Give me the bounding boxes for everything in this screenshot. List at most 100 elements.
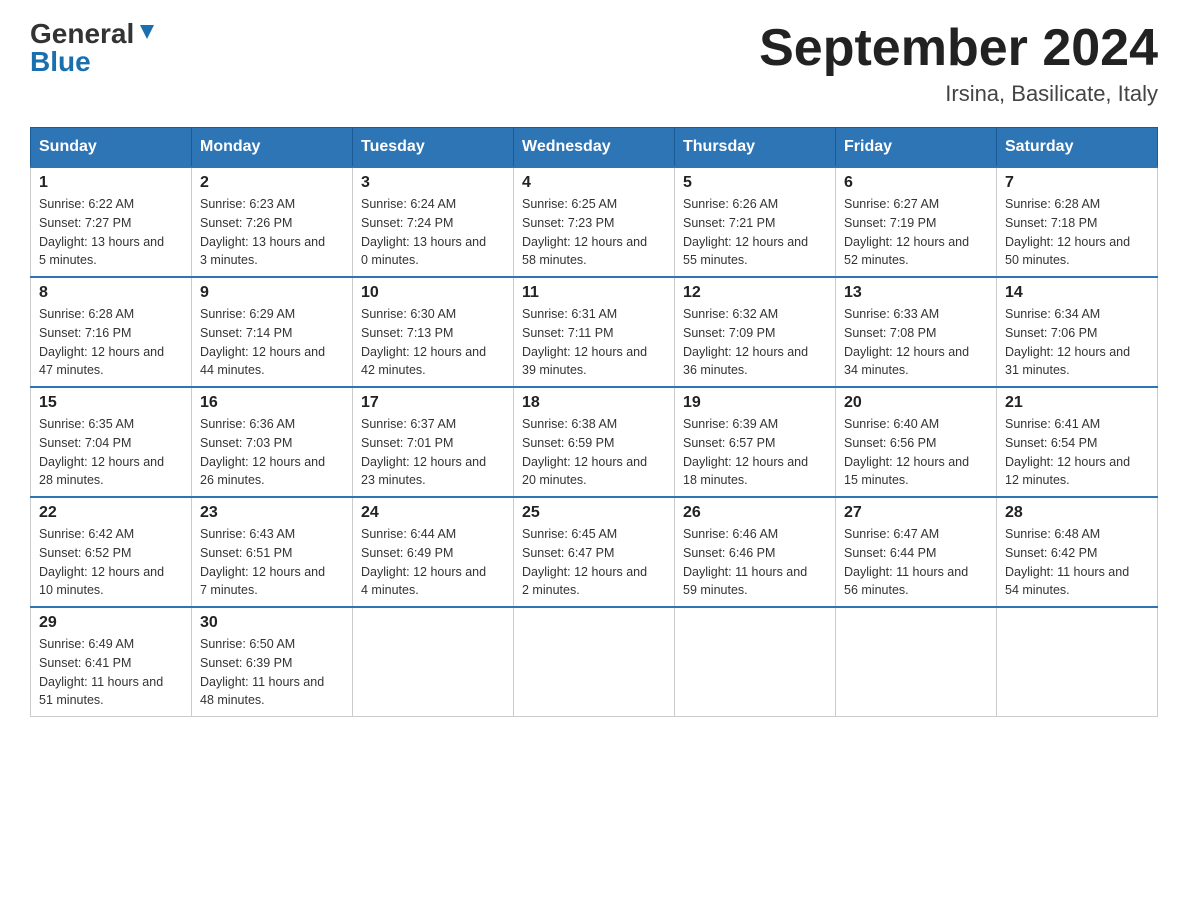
calendar-header-row: Sunday Monday Tuesday Wednesday Thursday… <box>31 128 1158 168</box>
day-number: 24 <box>361 504 505 522</box>
page-header: General Blue September 2024 Irsina, Basi… <box>30 20 1158 107</box>
day-number: 25 <box>522 504 666 522</box>
day-number: 20 <box>844 394 988 412</box>
table-row: 15 Sunrise: 6:35 AM Sunset: 7:04 PM Dayl… <box>31 387 192 497</box>
day-info: Sunrise: 6:42 AM Sunset: 6:52 PM Dayligh… <box>39 525 183 600</box>
day-info: Sunrise: 6:39 AM Sunset: 6:57 PM Dayligh… <box>683 415 827 490</box>
table-row: 23 Sunrise: 6:43 AM Sunset: 6:51 PM Dayl… <box>192 497 353 607</box>
day-info: Sunrise: 6:43 AM Sunset: 6:51 PM Dayligh… <box>200 525 344 600</box>
table-row: 13 Sunrise: 6:33 AM Sunset: 7:08 PM Dayl… <box>836 277 997 387</box>
col-friday: Friday <box>836 128 997 168</box>
table-row: 30 Sunrise: 6:50 AM Sunset: 6:39 PM Dayl… <box>192 607 353 717</box>
table-row: 3 Sunrise: 6:24 AM Sunset: 7:24 PM Dayli… <box>353 167 514 277</box>
day-number: 3 <box>361 174 505 192</box>
day-number: 30 <box>200 614 344 632</box>
day-info: Sunrise: 6:44 AM Sunset: 6:49 PM Dayligh… <box>361 525 505 600</box>
calendar-week-row: 22 Sunrise: 6:42 AM Sunset: 6:52 PM Dayl… <box>31 497 1158 607</box>
day-info: Sunrise: 6:47 AM Sunset: 6:44 PM Dayligh… <box>844 525 988 600</box>
day-number: 10 <box>361 284 505 302</box>
col-saturday: Saturday <box>997 128 1158 168</box>
calendar-week-row: 15 Sunrise: 6:35 AM Sunset: 7:04 PM Dayl… <box>31 387 1158 497</box>
day-info: Sunrise: 6:27 AM Sunset: 7:19 PM Dayligh… <box>844 195 988 270</box>
table-row: 7 Sunrise: 6:28 AM Sunset: 7:18 PM Dayli… <box>997 167 1158 277</box>
table-row: 14 Sunrise: 6:34 AM Sunset: 7:06 PM Dayl… <box>997 277 1158 387</box>
table-row: 5 Sunrise: 6:26 AM Sunset: 7:21 PM Dayli… <box>675 167 836 277</box>
day-info: Sunrise: 6:45 AM Sunset: 6:47 PM Dayligh… <box>522 525 666 600</box>
day-number: 19 <box>683 394 827 412</box>
table-row: 19 Sunrise: 6:39 AM Sunset: 6:57 PM Dayl… <box>675 387 836 497</box>
table-row: 18 Sunrise: 6:38 AM Sunset: 6:59 PM Dayl… <box>514 387 675 497</box>
table-row: 8 Sunrise: 6:28 AM Sunset: 7:16 PM Dayli… <box>31 277 192 387</box>
month-title: September 2024 <box>759 20 1158 77</box>
day-number: 13 <box>844 284 988 302</box>
logo-triangle-icon <box>136 21 158 43</box>
table-row <box>836 607 997 717</box>
table-row: 9 Sunrise: 6:29 AM Sunset: 7:14 PM Dayli… <box>192 277 353 387</box>
calendar-week-row: 29 Sunrise: 6:49 AM Sunset: 6:41 PM Dayl… <box>31 607 1158 717</box>
day-info: Sunrise: 6:38 AM Sunset: 6:59 PM Dayligh… <box>522 415 666 490</box>
table-row <box>675 607 836 717</box>
table-row: 25 Sunrise: 6:45 AM Sunset: 6:47 PM Dayl… <box>514 497 675 607</box>
table-row <box>353 607 514 717</box>
table-row: 6 Sunrise: 6:27 AM Sunset: 7:19 PM Dayli… <box>836 167 997 277</box>
day-number: 17 <box>361 394 505 412</box>
day-info: Sunrise: 6:31 AM Sunset: 7:11 PM Dayligh… <box>522 305 666 380</box>
day-number: 21 <box>1005 394 1149 412</box>
day-number: 11 <box>522 284 666 302</box>
day-number: 14 <box>1005 284 1149 302</box>
day-number: 12 <box>683 284 827 302</box>
calendar-week-row: 1 Sunrise: 6:22 AM Sunset: 7:27 PM Dayli… <box>31 167 1158 277</box>
col-wednesday: Wednesday <box>514 128 675 168</box>
day-number: 1 <box>39 174 183 192</box>
day-info: Sunrise: 6:24 AM Sunset: 7:24 PM Dayligh… <box>361 195 505 270</box>
day-number: 5 <box>683 174 827 192</box>
table-row: 1 Sunrise: 6:22 AM Sunset: 7:27 PM Dayli… <box>31 167 192 277</box>
day-info: Sunrise: 6:25 AM Sunset: 7:23 PM Dayligh… <box>522 195 666 270</box>
day-number: 28 <box>1005 504 1149 522</box>
table-row: 20 Sunrise: 6:40 AM Sunset: 6:56 PM Dayl… <box>836 387 997 497</box>
table-row: 21 Sunrise: 6:41 AM Sunset: 6:54 PM Dayl… <box>997 387 1158 497</box>
day-info: Sunrise: 6:50 AM Sunset: 6:39 PM Dayligh… <box>200 635 344 710</box>
day-number: 16 <box>200 394 344 412</box>
day-number: 23 <box>200 504 344 522</box>
day-info: Sunrise: 6:36 AM Sunset: 7:03 PM Dayligh… <box>200 415 344 490</box>
day-number: 7 <box>1005 174 1149 192</box>
day-info: Sunrise: 6:37 AM Sunset: 7:01 PM Dayligh… <box>361 415 505 490</box>
location: Irsina, Basilicate, Italy <box>759 81 1158 107</box>
col-tuesday: Tuesday <box>353 128 514 168</box>
table-row: 22 Sunrise: 6:42 AM Sunset: 6:52 PM Dayl… <box>31 497 192 607</box>
day-info: Sunrise: 6:28 AM Sunset: 7:18 PM Dayligh… <box>1005 195 1149 270</box>
table-row: 24 Sunrise: 6:44 AM Sunset: 6:49 PM Dayl… <box>353 497 514 607</box>
logo-general: General <box>30 20 134 48</box>
day-number: 2 <box>200 174 344 192</box>
table-row: 17 Sunrise: 6:37 AM Sunset: 7:01 PM Dayl… <box>353 387 514 497</box>
calendar-table: Sunday Monday Tuesday Wednesday Thursday… <box>30 127 1158 717</box>
day-info: Sunrise: 6:46 AM Sunset: 6:46 PM Dayligh… <box>683 525 827 600</box>
day-info: Sunrise: 6:29 AM Sunset: 7:14 PM Dayligh… <box>200 305 344 380</box>
col-monday: Monday <box>192 128 353 168</box>
day-number: 29 <box>39 614 183 632</box>
col-sunday: Sunday <box>31 128 192 168</box>
calendar-week-row: 8 Sunrise: 6:28 AM Sunset: 7:16 PM Dayli… <box>31 277 1158 387</box>
day-info: Sunrise: 6:49 AM Sunset: 6:41 PM Dayligh… <box>39 635 183 710</box>
table-row: 29 Sunrise: 6:49 AM Sunset: 6:41 PM Dayl… <box>31 607 192 717</box>
day-info: Sunrise: 6:28 AM Sunset: 7:16 PM Dayligh… <box>39 305 183 380</box>
day-info: Sunrise: 6:22 AM Sunset: 7:27 PM Dayligh… <box>39 195 183 270</box>
day-number: 27 <box>844 504 988 522</box>
table-row: 11 Sunrise: 6:31 AM Sunset: 7:11 PM Dayl… <box>514 277 675 387</box>
col-thursday: Thursday <box>675 128 836 168</box>
table-row: 28 Sunrise: 6:48 AM Sunset: 6:42 PM Dayl… <box>997 497 1158 607</box>
day-info: Sunrise: 6:35 AM Sunset: 7:04 PM Dayligh… <box>39 415 183 490</box>
table-row: 16 Sunrise: 6:36 AM Sunset: 7:03 PM Dayl… <box>192 387 353 497</box>
day-number: 8 <box>39 284 183 302</box>
day-number: 18 <box>522 394 666 412</box>
day-info: Sunrise: 6:23 AM Sunset: 7:26 PM Dayligh… <box>200 195 344 270</box>
logo: General Blue <box>30 20 158 78</box>
day-number: 4 <box>522 174 666 192</box>
table-row: 2 Sunrise: 6:23 AM Sunset: 7:26 PM Dayli… <box>192 167 353 277</box>
table-row <box>514 607 675 717</box>
table-row: 10 Sunrise: 6:30 AM Sunset: 7:13 PM Dayl… <box>353 277 514 387</box>
day-info: Sunrise: 6:40 AM Sunset: 6:56 PM Dayligh… <box>844 415 988 490</box>
logo-blue: Blue <box>30 46 91 78</box>
day-info: Sunrise: 6:30 AM Sunset: 7:13 PM Dayligh… <box>361 305 505 380</box>
